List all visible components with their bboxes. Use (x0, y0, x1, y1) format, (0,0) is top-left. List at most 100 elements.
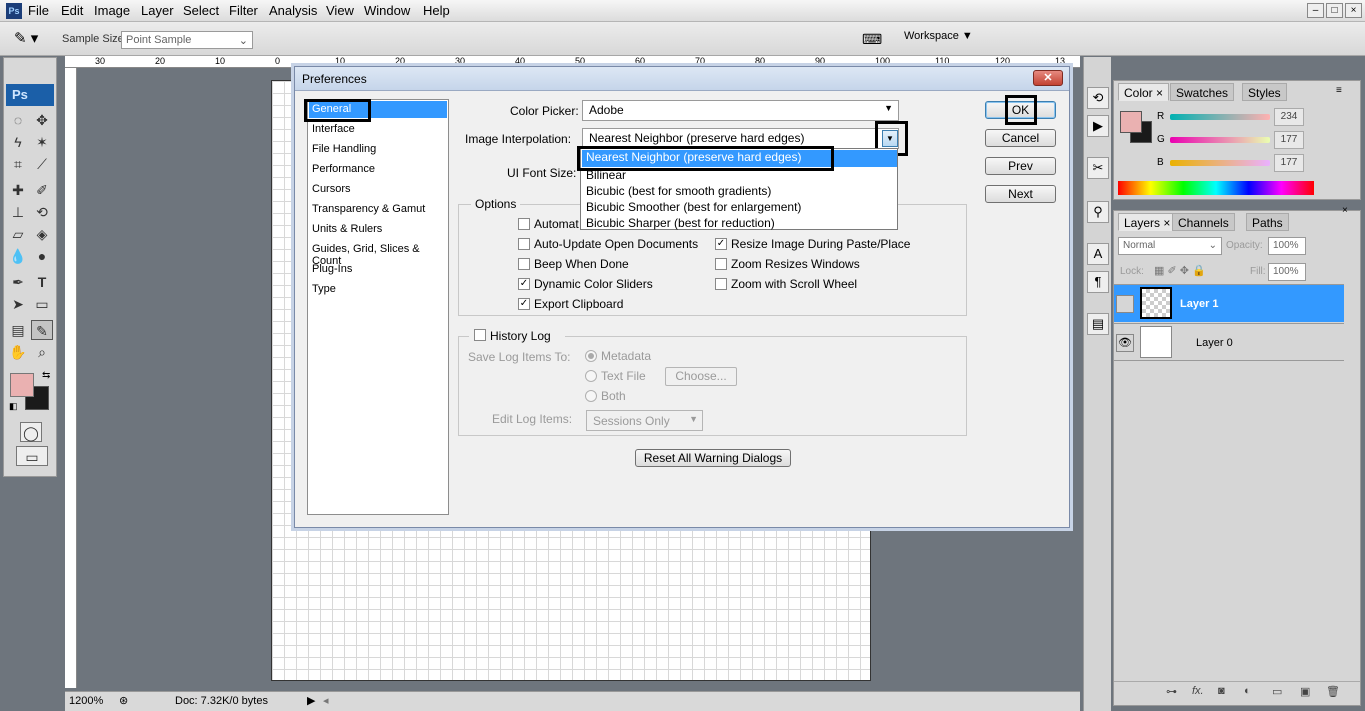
metadata-label[interactable]: Metadata (601, 349, 651, 363)
history-log-label[interactable]: History Log (490, 329, 551, 343)
healing-brush-tool-icon[interactable]: ✚ (7, 180, 29, 200)
scroll-left-icon[interactable]: ◂ (323, 694, 329, 707)
dynamic-color-sliders-checkbox[interactable]: ✓ (518, 278, 530, 290)
fg-color-swatch[interactable] (1120, 111, 1142, 133)
crop-tool-icon[interactable]: ⌗ (7, 154, 29, 174)
history-log-checkbox[interactable] (474, 329, 486, 341)
both-radio[interactable] (585, 390, 597, 402)
dodge-tool-icon[interactable]: ● (31, 246, 53, 266)
menu-help[interactable]: Help (423, 3, 450, 18)
dynamic-color-sliders-label[interactable]: Dynamic Color Sliders (534, 277, 653, 291)
layer-row[interactable]: Layer 1 (1114, 284, 1344, 322)
actions-panel-icon[interactable]: ▶ (1087, 115, 1109, 137)
layer-name[interactable]: Layer 1 (1180, 298, 1219, 310)
status-info-icon[interactable]: ⊛ (119, 694, 128, 707)
panel-close-icon[interactable]: × (1342, 205, 1348, 216)
menu-select[interactable]: Select (183, 3, 219, 18)
trash-icon[interactable]: 🗑 (1326, 685, 1340, 698)
tab-channels[interactable]: Channels (1172, 213, 1235, 231)
link-layers-icon[interactable]: ⊶ (1166, 685, 1177, 698)
g-slider[interactable] (1170, 137, 1270, 143)
tab-styles[interactable]: Styles (1242, 83, 1287, 101)
screen-mode-icon[interactable]: ▭ (16, 446, 48, 466)
palette-well-icon[interactable]: ⌨ (862, 28, 884, 50)
blur-tool-icon[interactable]: 💧 (7, 246, 29, 266)
g-value[interactable]: 177 (1274, 131, 1304, 149)
nav-item-interface[interactable]: Interface (312, 123, 355, 135)
fill-input[interactable]: 100% (1268, 263, 1306, 281)
menu-window[interactable]: Window (364, 3, 410, 18)
prev-button[interactable]: Prev (985, 157, 1056, 175)
status-menu-arrow-icon[interactable]: ▶ (307, 694, 315, 707)
menu-view[interactable]: View (326, 3, 354, 18)
nav-item-transparency[interactable]: Transparency & Gamut (312, 203, 425, 215)
metadata-radio[interactable] (585, 350, 597, 362)
visibility-toggle[interactable] (1116, 295, 1134, 313)
type-tool-icon[interactable]: T (31, 272, 53, 292)
nav-item-cursors[interactable]: Cursors (312, 183, 351, 195)
dialog-close-button[interactable]: ✕ (1033, 70, 1063, 86)
menu-edit[interactable]: Edit (61, 3, 83, 18)
auto-update-checkbox[interactable] (518, 238, 530, 250)
automat-label[interactable]: Automat (534, 217, 579, 231)
r-slider[interactable] (1170, 114, 1270, 120)
close-app-button[interactable]: × (1345, 3, 1362, 18)
cancel-button[interactable]: Cancel (985, 129, 1056, 147)
text-file-radio[interactable] (585, 370, 597, 382)
tab-color[interactable]: Color × (1118, 83, 1170, 101)
auto-update-label[interactable]: Auto-Update Open Documents (534, 237, 698, 251)
history-panel-icon[interactable]: ⟲ (1087, 87, 1109, 109)
tab-swatches[interactable]: Swatches (1170, 83, 1235, 101)
automat-checkbox[interactable] (518, 218, 530, 230)
b-value[interactable]: 177 (1274, 154, 1304, 172)
beep-when-done-label[interactable]: Beep When Done (534, 257, 629, 271)
dialog-title-bar[interactable]: Preferences ✕ (295, 67, 1069, 91)
marquee-tool-icon[interactable]: ◌ (7, 110, 29, 130)
hand-tool-icon[interactable]: ✋ (7, 342, 29, 362)
layer-comps-icon[interactable]: ▤ (1087, 313, 1109, 335)
workspace-button[interactable]: Workspace ▼ (904, 30, 973, 42)
eyedropper-tool-icon[interactable]: ✎ (31, 320, 53, 340)
beep-when-done-checkbox[interactable] (518, 258, 530, 270)
shape-tool-icon[interactable]: ▭ (31, 294, 53, 314)
opacity-input[interactable]: 100% (1268, 237, 1306, 255)
blend-mode-select[interactable]: Normal ⌄ (1118, 237, 1222, 255)
nav-item-units-rulers[interactable]: Units & Rulers (312, 223, 382, 235)
move-tool-icon[interactable]: ✥ (31, 110, 53, 130)
tool-presets-icon[interactable]: ✂ (1087, 157, 1109, 179)
tab-layers[interactable]: Layers × (1118, 213, 1177, 231)
resize-during-paste-label[interactable]: Resize Image During Paste/Place (731, 237, 910, 251)
menu-filter[interactable]: Filter (229, 3, 258, 18)
panel-menu-icon[interactable]: ≡ (1336, 85, 1342, 96)
fx-icon[interactable]: fx. (1192, 685, 1204, 697)
paint-bucket-tool-icon[interactable]: ◈ (31, 224, 53, 244)
path-selection-tool-icon[interactable]: ➤ (7, 294, 29, 314)
nav-item-performance[interactable]: Performance (312, 163, 375, 175)
export-clipboard-label[interactable]: Export Clipboard (534, 297, 623, 311)
edit-log-select[interactable]: Sessions Only ▼ (586, 410, 703, 431)
dropdown-option-bicubic-smoother[interactable]: Bicubic Smoother (best for enlargement) (586, 200, 801, 214)
reset-warning-dialogs-button[interactable]: Reset All Warning Dialogs (635, 449, 791, 467)
zoom-resizes-windows-label[interactable]: Zoom Resizes Windows (731, 257, 860, 271)
notes-tool-icon[interactable]: ▤ (7, 320, 29, 340)
eraser-tool-icon[interactable]: ▱ (7, 224, 29, 244)
swap-colors-icon[interactable]: ⇆ (42, 370, 50, 381)
both-label[interactable]: Both (601, 389, 626, 403)
menu-analysis[interactable]: Analysis (269, 3, 317, 18)
menu-file[interactable]: File (28, 3, 49, 18)
new-group-icon[interactable]: ▭ (1272, 685, 1282, 698)
lock-icons[interactable]: ▦ ✐ ✥ 🔒 (1154, 264, 1206, 277)
eyedropper-tool-preset-icon[interactable]: ✎ ▾ (14, 28, 48, 50)
slice-tool-icon[interactable]: ⟋ (31, 154, 53, 174)
brush-tool-icon[interactable]: ✐ (31, 180, 53, 200)
layer-row[interactable]: 👁 Layer 0 (1114, 323, 1344, 361)
dropdown-option-bicubic[interactable]: Bicubic (best for smooth gradients) (586, 184, 771, 198)
restore-button[interactable]: □ (1326, 3, 1343, 18)
lasso-tool-icon[interactable]: ϟ (7, 132, 29, 152)
tab-paths[interactable]: Paths (1246, 213, 1289, 231)
resize-during-paste-checkbox[interactable]: ✓ (715, 238, 727, 250)
nav-item-plugins[interactable]: Plug-Ins (312, 263, 352, 275)
color-picker-select[interactable]: Adobe ▼ (582, 100, 899, 121)
minimize-button[interactable]: – (1307, 3, 1324, 18)
menu-layer[interactable]: Layer (141, 3, 174, 18)
